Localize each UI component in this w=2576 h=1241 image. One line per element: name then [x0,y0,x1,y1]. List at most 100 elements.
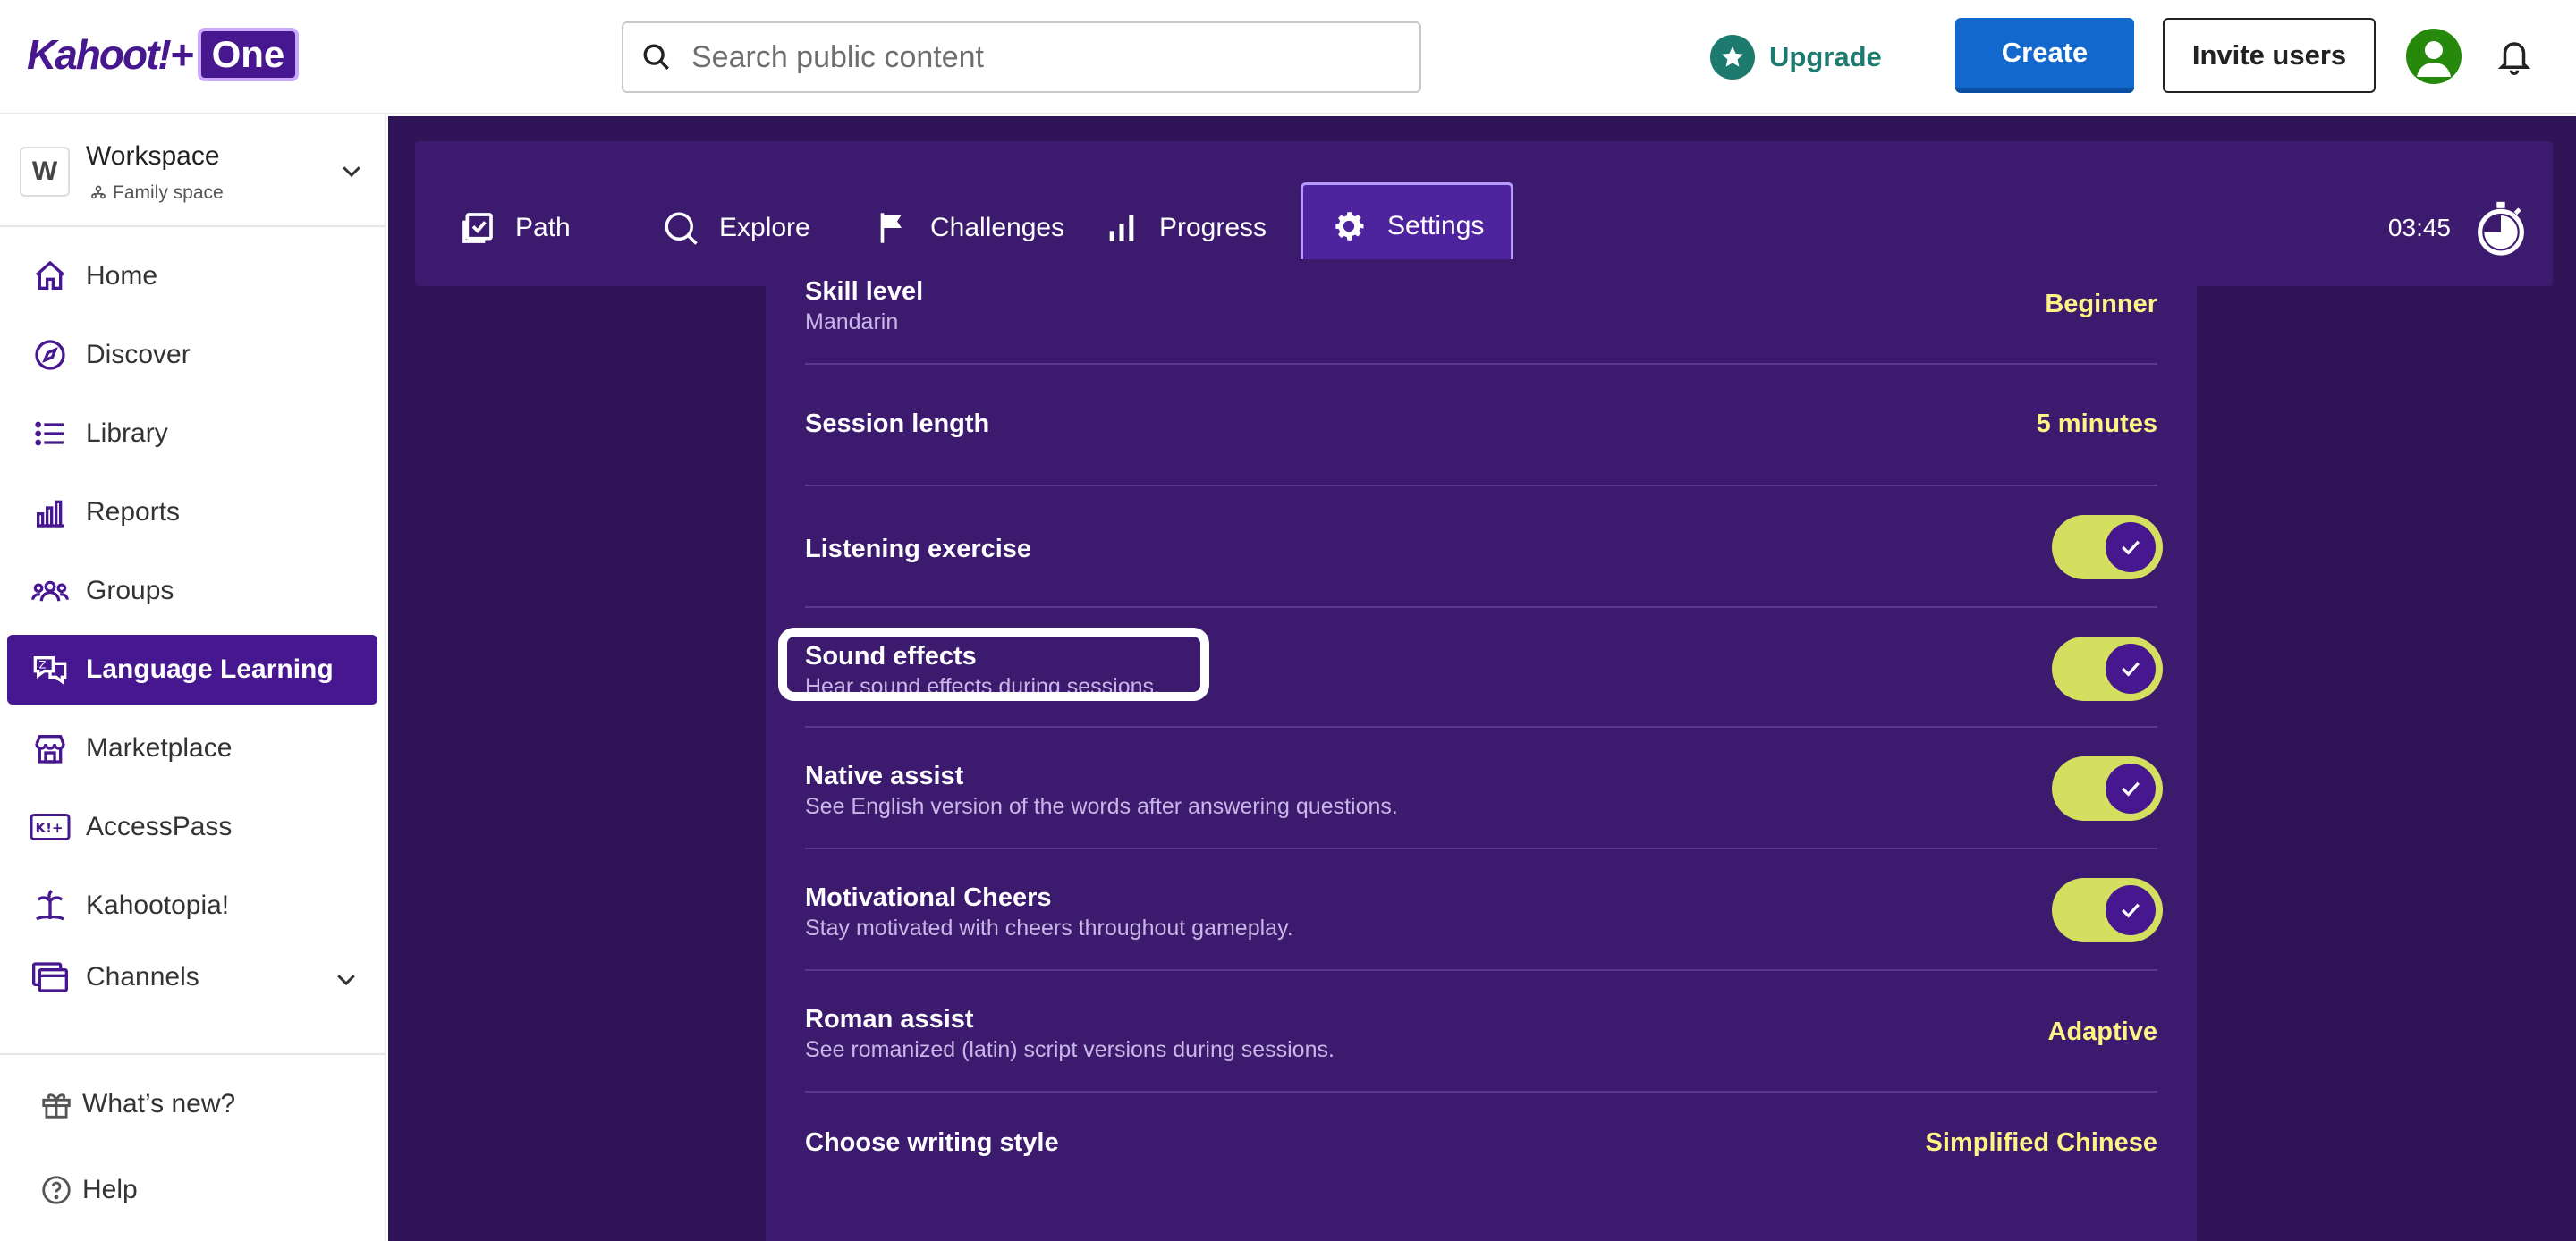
tab-label: Path [515,213,571,242]
accesspass-icon: K!+ [29,811,72,843]
search-box[interactable] [622,21,1421,93]
motivational-cheers-toggle[interactable] [2052,878,2163,942]
setting-skill-level[interactable]: Skill level Mandarin Beginner [805,259,2157,365]
sound-effects-toggle[interactable] [2052,637,2163,701]
help-icon [42,1176,71,1204]
whats-new-label: What’s new? [82,1089,236,1119]
check-icon [2106,885,2156,935]
setting-title: Motivational Cheers [805,883,1052,912]
path-icon [462,213,493,243]
store-icon [29,730,72,766]
sidebar-item-label: AccessPass [86,812,233,841]
sidebar-item-discover[interactable]: Discover [7,320,377,390]
search-icon [643,44,669,70]
chevron-down-icon [337,975,355,986]
workspace-badge: W [20,147,70,197]
home-icon [29,258,72,294]
setting-motivational-cheers[interactable]: Motivational Cheers Stay motivated with … [805,849,2163,971]
setting-roman-assist[interactable]: Roman assist See romanized (latin) scrip… [805,971,2157,1093]
bell-icon[interactable] [2496,36,2533,81]
compass-icon [29,337,72,373]
sidebar-item-library[interactable]: Library [7,399,377,469]
setting-value[interactable]: Beginner [2045,290,2157,319]
setting-session-length[interactable]: Session length 5 minutes [805,365,2157,486]
channels-icon [29,959,72,995]
bar-chart-icon [29,494,72,530]
star-icon [1710,35,1755,80]
setting-title: Listening exercise [805,535,1032,563]
divider [0,225,386,227]
tab-label: Settings [1387,211,1485,241]
tab-label: Explore [719,213,810,242]
logo-badge: One [197,28,300,81]
setting-title: Native assist [805,762,964,790]
invite-users-button[interactable]: Invite users [2163,18,2376,93]
search-icon [665,212,698,245]
whats-new-link[interactable]: What’s new? [39,1087,235,1121]
check-icon [2106,644,2156,694]
sidebar-item-label: Marketplace [86,733,233,763]
setting-value[interactable]: Simplified Chinese [1926,1128,2157,1158]
groups-icon [29,573,72,609]
setting-value[interactable]: 5 minutes [2037,409,2157,439]
sidebar-item-label: Kahootopia! [86,891,230,920]
kahoot-logo[interactable]: Kahoot!+ One [27,27,300,82]
upgrade-button[interactable]: Upgrade [1710,32,1882,82]
main-content: Path Explore Challenges Progress Setting… [388,116,2576,1241]
workspace-subtitle: Family space [89,182,224,204]
setting-native-assist[interactable]: Native assist See English version of the… [805,728,2163,849]
language-icon: Z [29,652,72,688]
sidebar-item-home[interactable]: Home [7,241,377,311]
workspace-name: Workspace [86,141,220,171]
sidebar-item-label: Home [86,261,158,291]
sidebar-item-marketplace[interactable]: Marketplace [7,713,377,783]
check-icon [2106,522,2156,572]
gear-icon [1335,212,1364,241]
sidebar-item-label: Reports [86,497,181,527]
tab-path[interactable]: Path [460,184,571,272]
svg-text:K!+: K!+ [36,820,64,836]
help-label: Help [82,1175,138,1204]
workspace-subtitle-text: Family space [113,182,224,203]
setting-writing-style[interactable]: Choose writing style Simplified Chinese [805,1093,2157,1203]
settings-panel: Skill level Mandarin Beginner Session le… [766,259,2197,1241]
top-bar: Kahoot!+ One Upgrade Create Invite users [0,0,2576,114]
sidebar-item-language-learning[interactable]: Z Language Learning [7,635,377,705]
setting-subtitle: See romanized (latin) script versions du… [805,1037,1335,1062]
setting-title: Skill level [805,277,924,306]
gift-icon [42,1093,71,1119]
tab-label: Challenges [930,213,1065,242]
timer-value: 03:45 [2387,214,2451,241]
family-icon [91,185,106,199]
stopwatch-icon [2478,201,2524,256]
help-link[interactable]: Help [39,1173,138,1207]
setting-listening-exercise[interactable]: Listening exercise [805,486,2163,608]
setting-title: Session length [805,409,990,438]
upgrade-label: Upgrade [1769,41,1882,72]
sidebar-item-kahootopia[interactable]: Kahootopia! [7,871,377,941]
listening-toggle[interactable] [2052,515,2163,579]
setting-subtitle: See English version of the words after a… [805,794,1398,819]
setting-title: Choose writing style [805,1128,1059,1157]
sidebar-item-channels[interactable]: Channels [7,942,377,1012]
tab-label: Progress [1159,213,1267,242]
sidebar-item-reports[interactable]: Reports [7,477,377,547]
list-icon [29,416,72,452]
sidebar-item-accesspass[interactable]: K!+ AccessPass [7,792,377,862]
sidebar-item-label: Discover [86,340,191,369]
sidebar-item-groups[interactable]: Groups [7,556,377,626]
setting-subtitle: Mandarin [805,309,899,334]
setting-value[interactable]: Adaptive [2048,1017,2157,1047]
flag-icon [880,213,902,243]
native-assist-toggle[interactable] [2052,756,2163,821]
avatar[interactable] [2406,29,2462,84]
search-input[interactable] [691,39,1389,75]
svg-text:Z: Z [39,658,47,671]
workspace-selector[interactable]: W Workspace Family space [20,141,376,222]
tab-settings[interactable]: Settings [1301,182,1514,270]
setting-title: Roman assist [805,1005,974,1034]
create-button[interactable]: Create [1955,18,2134,93]
sidebar-item-label: Channels [86,962,199,992]
focus-highlight [778,628,1209,701]
progress-icon [1109,215,1134,241]
